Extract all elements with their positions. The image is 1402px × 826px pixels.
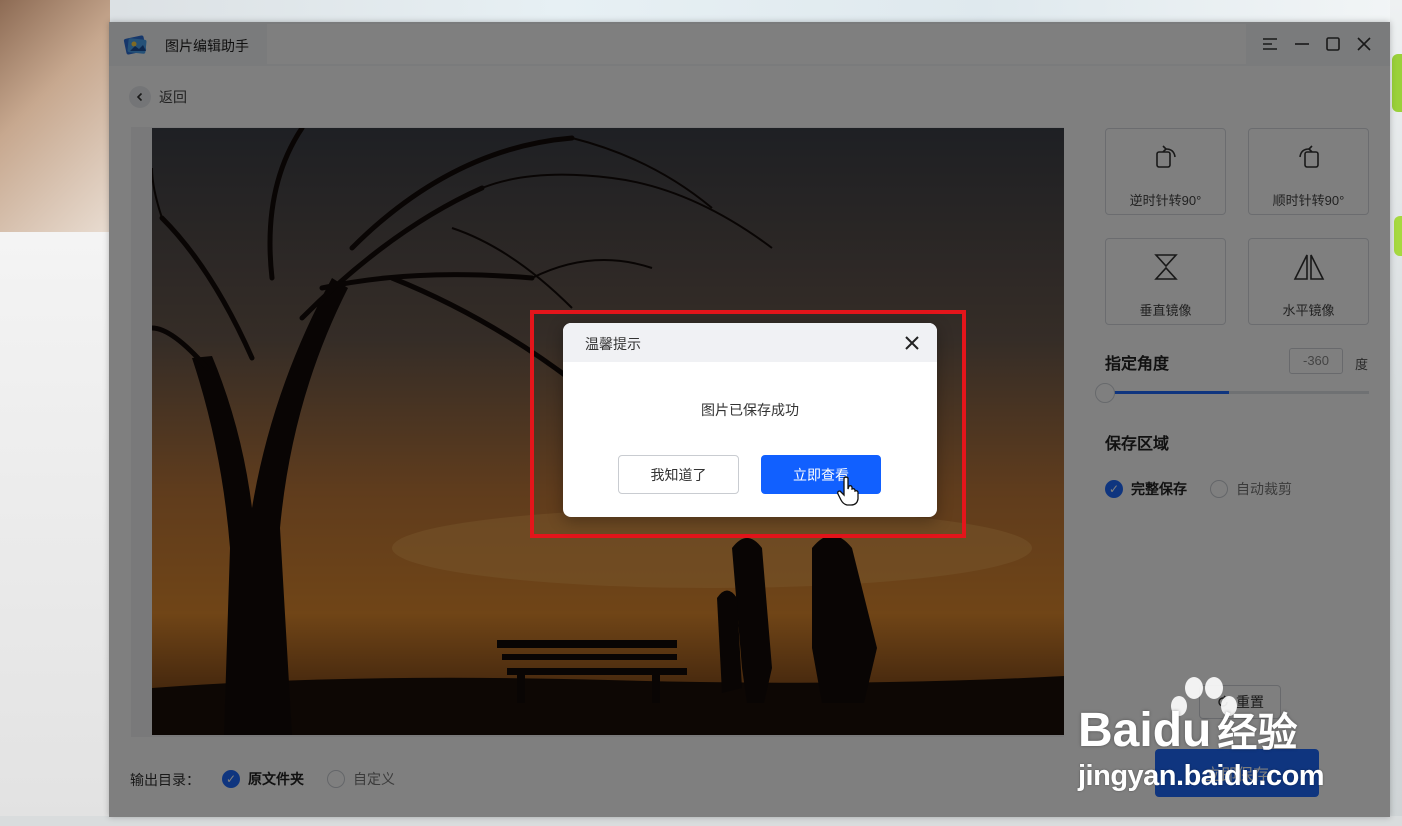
watermark-brand-text: Bai: [1078, 704, 1153, 757]
desktop-green-leaf: [1392, 54, 1402, 112]
watermark-url: jingyan.baidu.com: [1078, 760, 1325, 792]
desktop-top-strip: [0, 0, 1402, 24]
watermark-brand: Baidu 经验: [1078, 700, 1297, 758]
save-success-dialog: 温馨提示 图片已保存成功 我知道了 立即查看: [563, 323, 937, 517]
watermark-brand-cn: 经验: [1217, 711, 1298, 755]
close-icon[interactable]: [903, 334, 921, 352]
desktop-left-decor: [0, 0, 110, 236]
desktop-left-box: [0, 232, 110, 826]
dialog-message: 图片已保存成功: [701, 402, 799, 418]
view-now-button[interactable]: 立即查看: [761, 455, 881, 494]
desktop-right-strip: [1390, 0, 1402, 826]
dialog-header: 温馨提示: [563, 323, 937, 362]
desktop-green-leaf: [1394, 216, 1402, 256]
acknowledge-button[interactable]: 我知道了: [618, 455, 739, 494]
desktop-bottom-strip: [0, 816, 1402, 826]
dialog-title: 温馨提示: [585, 336, 641, 352]
watermark-brand-tail: du: [1152, 704, 1212, 757]
hand-cursor-icon: [837, 476, 859, 506]
